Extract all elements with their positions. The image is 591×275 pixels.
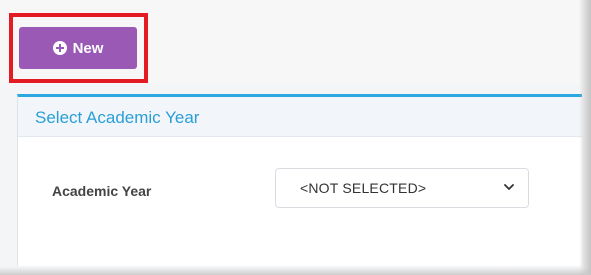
new-button-label: New — [72, 39, 104, 57]
academic-year-select[interactable]: <NOT SELECTED> — [275, 168, 529, 208]
right-edge-shadow — [579, 0, 591, 275]
bottom-edge-shadow — [0, 267, 591, 275]
academic-year-label: Academic Year — [52, 183, 152, 199]
page-frame: New Select Academic Year Academic Year <… — [0, 0, 591, 275]
select-academic-year-panel: Select Academic Year Academic Year <NOT … — [17, 94, 582, 266]
academic-year-select-value: <NOT SELECTED> — [300, 180, 427, 196]
toolbar: New — [0, 0, 580, 84]
panel-title: Select Academic Year — [35, 108, 200, 127]
chevron-down-icon — [504, 184, 514, 190]
panel-header: Select Academic Year — [18, 97, 582, 137]
new-button[interactable]: New — [19, 27, 137, 69]
plus-circle-icon — [52, 41, 67, 55]
